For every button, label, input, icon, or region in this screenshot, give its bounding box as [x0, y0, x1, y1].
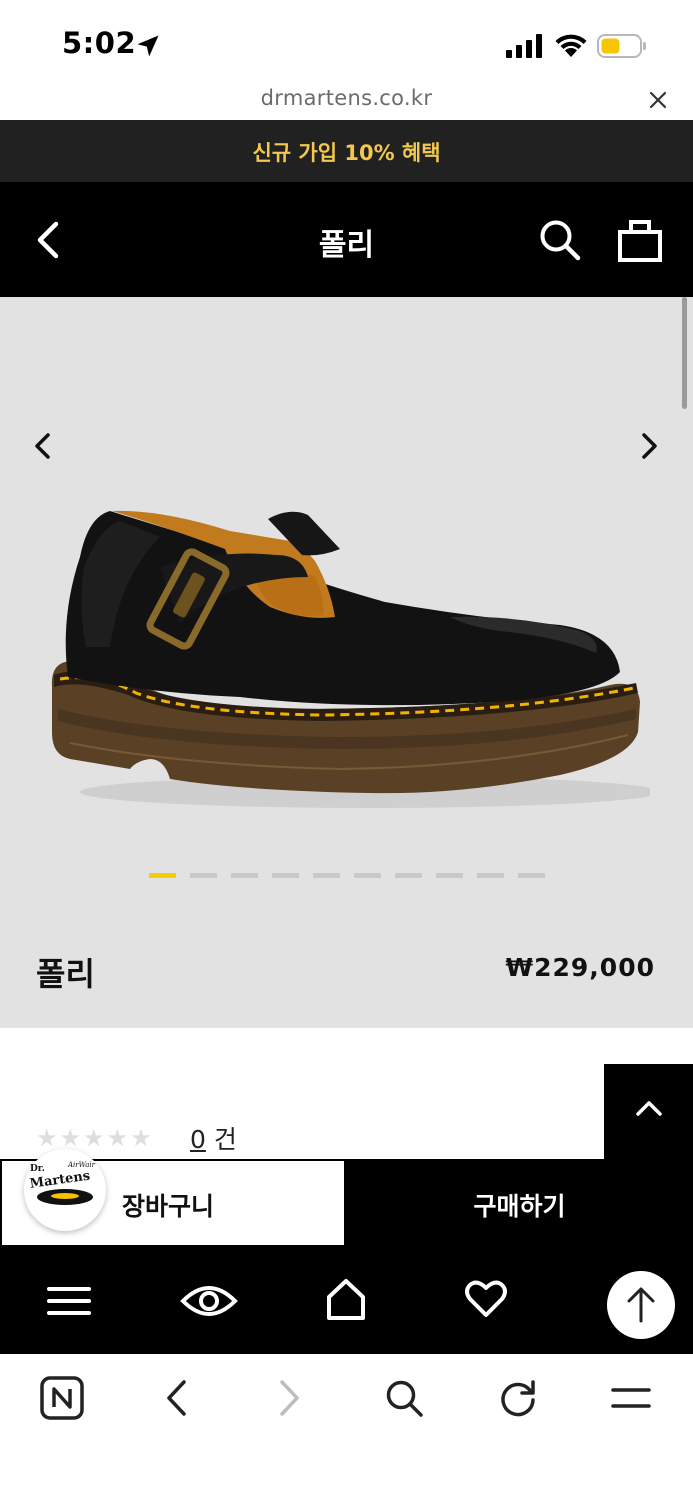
cellular-signal-icon: [506, 34, 542, 58]
browser-toolbar: [0, 1354, 693, 1500]
close-icon[interactable]: [646, 88, 670, 112]
purchase-action-bar: Martens Dr. AirWair 장바구니 구매하기: [0, 1149, 693, 1247]
back-icon[interactable]: [160, 1378, 194, 1418]
menu-icon[interactable]: [610, 1382, 652, 1416]
pagination-dot[interactable]: [231, 873, 258, 878]
scrollbar[interactable]: [682, 297, 687, 409]
add-to-cart-button[interactable]: Martens Dr. AirWair 장바구니: [2, 1149, 344, 1245]
pagination-dot[interactable]: [395, 873, 422, 878]
arrow-up-icon: [627, 1287, 655, 1323]
star-icon: ★: [106, 1124, 129, 1152]
menu-icon[interactable]: [46, 1281, 92, 1321]
reload-icon[interactable]: [498, 1378, 538, 1418]
battery-icon: [597, 34, 646, 58]
url-text: drmartens.co.kr: [260, 86, 433, 110]
search-icon[interactable]: [538, 218, 582, 262]
star-icon: ★: [83, 1124, 105, 1152]
review-count[interactable]: 0 건: [190, 1120, 237, 1156]
pagination-dot[interactable]: [313, 873, 340, 878]
search-icon[interactable]: [384, 1378, 424, 1418]
star-icon: ★: [59, 1124, 82, 1152]
eye-icon[interactable]: [180, 1281, 238, 1321]
dr-martens-logo-icon: Martens Dr. AirWair: [29, 1161, 96, 1205]
pagination-dot[interactable]: [477, 873, 504, 878]
buy-label: 구매하기: [473, 1192, 566, 1221]
svg-text:Dr.: Dr.: [30, 1164, 45, 1174]
scroll-up-button[interactable]: [604, 1064, 693, 1159]
wifi-icon: [555, 34, 587, 57]
star-icon: ★: [36, 1124, 58, 1152]
status-time: 5:02: [62, 26, 137, 60]
pagination-dot[interactable]: [354, 873, 381, 878]
shopping-bag-icon[interactable]: [616, 216, 664, 264]
gallery-pagination: [149, 873, 549, 879]
buy-now-button[interactable]: 구매하기: [346, 1159, 693, 1247]
gallery-prev-button[interactable]: [26, 429, 60, 463]
status-bar: 5:02: [0, 0, 693, 80]
pagination-dot[interactable]: [190, 873, 217, 878]
product-price: ₩229,000: [505, 953, 655, 982]
product-gallery[interactable]: [0, 297, 693, 907]
page-header: 폴리: [0, 182, 693, 297]
review-count-number[interactable]: 0: [190, 1125, 206, 1154]
pagination-dot[interactable]: [436, 873, 463, 878]
page-title: 폴리: [318, 228, 375, 263]
promo-banner[interactable]: 신규 가입 10% 혜택: [0, 120, 693, 182]
promo-text: 신규 가입 10% 혜택: [252, 141, 441, 165]
product-name: 폴리: [36, 955, 95, 993]
pagination-dot[interactable]: [518, 873, 545, 878]
star-rating: ★ ★ ★ ★ ★: [36, 1126, 152, 1150]
bottom-nav: [0, 1247, 693, 1354]
review-count-suffix: 건: [213, 1125, 237, 1154]
heart-icon[interactable]: [465, 1279, 507, 1319]
chevron-up-icon: [636, 1101, 662, 1116]
scroll-to-top-button[interactable]: [607, 1271, 675, 1339]
svg-text:AirWair: AirWair: [67, 1161, 96, 1169]
location-arrow-icon: [137, 35, 159, 57]
url-bar[interactable]: drmartens.co.kr: [0, 80, 693, 120]
pagination-dot[interactable]: [149, 873, 176, 878]
brand-logo[interactable]: Martens Dr. AirWair: [24, 1149, 106, 1231]
gallery-next-button[interactable]: [632, 429, 666, 463]
home-icon[interactable]: [325, 1277, 367, 1321]
product-image: [51, 510, 650, 808]
cart-label: 장바구니: [122, 1192, 215, 1221]
forward-icon[interactable]: [272, 1378, 306, 1418]
naver-n-icon[interactable]: [40, 1376, 84, 1420]
product-info: 폴리 ₩229,000: [0, 907, 693, 1028]
star-icon: ★: [130, 1124, 152, 1152]
pagination-dot[interactable]: [272, 873, 299, 878]
